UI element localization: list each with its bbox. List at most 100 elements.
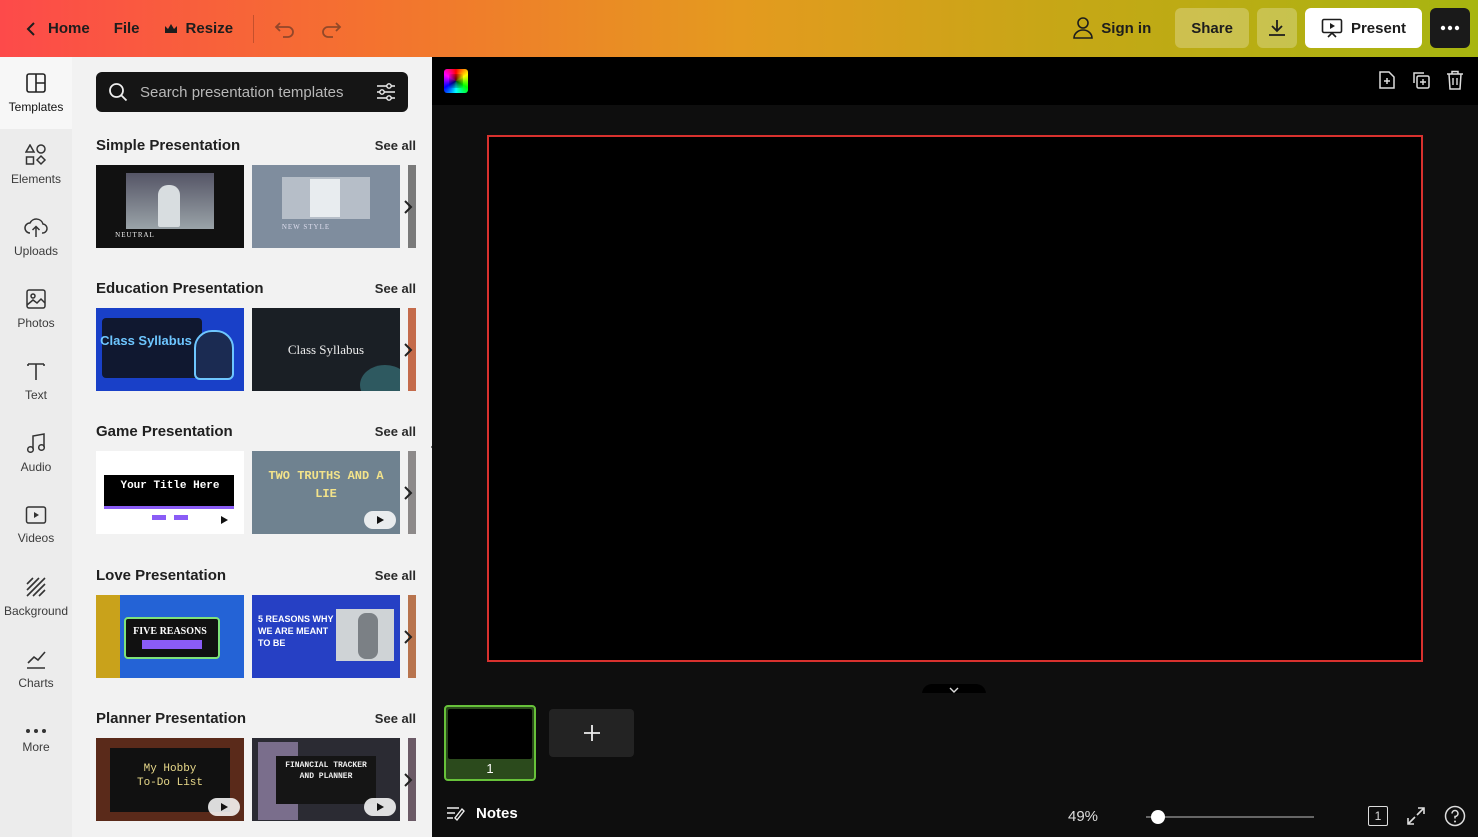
share-button[interactable]: Share [1175,8,1249,48]
resize-button[interactable]: Resize [152,9,246,49]
page-count-button[interactable]: 1 [1368,806,1388,826]
color-picker-swatch[interactable] [444,69,468,93]
line-chart-icon [27,651,46,669]
carousel-next-button[interactable] [396,191,420,223]
section-title: Planner Presentation [96,709,247,727]
see-all-link[interactable]: See all [375,568,416,583]
carousel-next-button[interactable] [396,764,420,796]
template-thumbnail[interactable]: My Hobby To-Do List [96,738,244,821]
rail-item-photos[interactable]: Photos [0,273,72,345]
rail-item-charts[interactable]: Charts [0,633,72,705]
editor-footer: Notes 49% 1 [432,797,1478,837]
undo-button[interactable] [262,9,308,49]
search-input[interactable] [140,83,364,101]
play-icon [377,803,384,811]
carousel-next-button[interactable] [396,621,420,653]
duplicate-page-icon[interactable] [1410,69,1432,91]
section-title: Love Presentation [96,566,227,584]
notes-button[interactable]: Notes [446,805,518,822]
carousel-next-button[interactable] [396,334,420,366]
slide-canvas[interactable] [487,135,1423,662]
play-icon [221,516,228,524]
template-thumbnail[interactable]: Your Title Here [96,451,244,534]
section-title: Game Presentation [96,422,233,440]
see-all-link[interactable]: See all [375,281,416,296]
rail-item-background[interactable]: Background [0,561,72,633]
redo-icon [322,21,342,38]
rail-item-uploads[interactable]: Uploads [0,201,72,273]
template-thumbnail[interactable]: 5 REASONS WHY WE ARE MEANT TO BE [252,595,400,678]
see-all-link[interactable]: See all [375,424,416,439]
page-thumbnail[interactable]: 1 [444,705,536,781]
add-page-icon[interactable] [1376,69,1398,91]
template-section-education: Education Presentation See all Class Syl… [96,278,416,391]
notes-icon [447,806,465,821]
download-button[interactable] [1256,8,1297,48]
template-section-game: Game Presentation See all Your Title Her… [96,421,416,534]
thumbnail-text: TWO TRUTHS AND A LIE [268,469,384,501]
editor-toolbar [432,57,1478,105]
video-icon [25,506,47,524]
present-button[interactable]: Present [1304,8,1422,48]
template-thumbnail[interactable]: Class Syllabus [252,308,400,391]
search-icon [109,83,128,102]
rail-item-more[interactable]: More [0,705,72,777]
rail-label: Photos [17,316,55,330]
filter-sliders-icon[interactable] [376,83,396,101]
chevron-right-icon [404,486,413,500]
template-thumbnail[interactable]: FIVE REASONS [96,595,244,678]
template-section-simple: Simple Presentation See all NEUTRAL NEW … [96,135,416,248]
rail-item-videos[interactable]: Videos [0,489,72,561]
see-all-link[interactable]: See all [375,138,416,153]
template-thumbnail[interactable]: NEUTRAL [96,165,244,248]
user-icon [1073,17,1094,39]
fullscreen-icon[interactable] [1406,806,1426,826]
download-icon [1268,20,1285,36]
side-nav-rail: Templates Elements Uploads Photos Text A… [0,57,72,837]
page-strip: 1 [432,693,1478,797]
more-options-button[interactable] [1430,8,1470,48]
thumbnail-text: NEW STYLE [281,223,331,231]
template-thumbnail[interactable]: TWO TRUTHS AND A LIE [252,451,400,534]
video-play-badge [364,798,396,816]
file-menu-button[interactable]: File [102,9,152,49]
template-thumbnail[interactable]: Class Syllabus [96,308,244,391]
add-page-button[interactable] [549,709,634,757]
rail-label: Uploads [13,244,59,258]
more-dots-icon [26,729,46,733]
image-icon [26,289,46,309]
toolbar-divider [253,14,255,43]
template-search-bar [96,72,408,112]
thumbnail-text: NEUTRAL [115,231,155,239]
chevron-right-icon [404,200,413,214]
zoom-level[interactable]: 49% [1068,808,1098,825]
rail-label: Elements [10,172,62,186]
template-thumbnail[interactable]: FINANCIAL TRACKER AND PLANNER [252,738,400,821]
rail-label: Templates [8,100,64,114]
trash-icon[interactable] [1444,69,1466,91]
page-actions [1376,69,1466,91]
rail-item-audio[interactable]: Audio [0,417,72,489]
redo-button[interactable] [308,9,354,49]
music-icon [26,433,46,454]
help-icon[interactable] [1444,805,1466,827]
template-thumbnail[interactable]: NEW STYLE [252,165,400,248]
zoom-slider-handle[interactable] [1151,810,1165,824]
editor-area: 1 Notes 49% 1 [432,57,1478,837]
section-title: Education Presentation [96,279,264,297]
zoom-slider-track[interactable] [1146,816,1314,818]
home-button[interactable]: Home [12,9,102,49]
present-label: Present [1350,19,1406,37]
rail-item-text[interactable]: Text [0,345,72,417]
file-label: File [113,20,140,37]
rail-item-templates[interactable]: Templates [0,57,72,129]
home-label: Home [48,20,90,37]
rail-item-elements[interactable]: Elements [0,129,72,201]
carousel-next-button[interactable] [396,477,420,509]
see-all-link[interactable]: See all [375,711,416,726]
crown-icon [164,23,177,33]
top-bar: Home File Resize Sign in Share Present [0,0,1478,57]
undo-icon [274,21,294,38]
sign-in-button[interactable]: Sign in [1057,8,1167,48]
thumbnail-text: Class Syllabus [287,342,365,357]
